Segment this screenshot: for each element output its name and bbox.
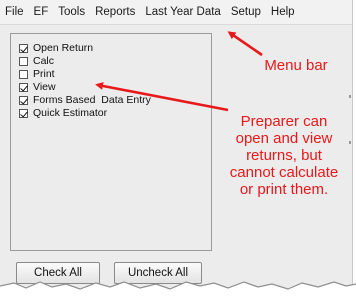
- menu-bar-annotation: Menu bar: [264, 57, 328, 74]
- preparer-annotation: Preparer can open and view returns, but …: [229, 113, 339, 198]
- menu-bar-arrow: [227, 31, 263, 57]
- preparer-arrow: [95, 82, 229, 112]
- torn-edge: [0, 281, 356, 303]
